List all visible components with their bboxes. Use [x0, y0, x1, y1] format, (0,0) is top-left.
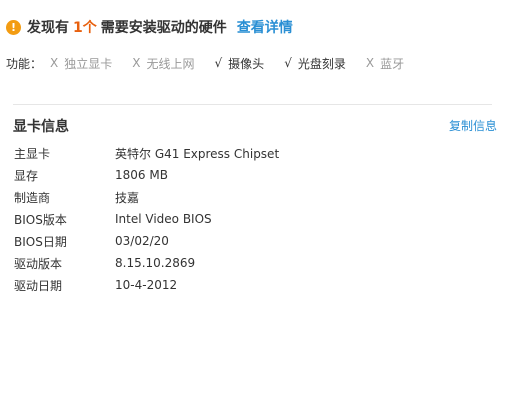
info-row-manufacturer: 制造商 技嘉	[14, 186, 279, 208]
feature-status-icon: √	[214, 56, 223, 70]
alert-bar: ! 发现有 1个 需要安装驱动的硬件 查看详情	[6, 15, 293, 39]
feature-status-icon: X	[365, 56, 375, 70]
feature-label: 独立显卡	[64, 56, 113, 71]
feature-status-icon: √	[284, 56, 292, 70]
info-value: 1806 MB	[115, 168, 168, 182]
info-row-video-memory: 显存 1806 MB	[14, 164, 279, 186]
feature-disc-burning: √ 光盘刻录	[284, 55, 346, 72]
feature-status-icon: X	[132, 56, 141, 70]
feature-status-icon: X	[50, 56, 59, 70]
feature-label: 光盘刻录	[297, 56, 346, 71]
feature-label: 摄像头	[228, 56, 265, 71]
info-key: 驱动版本	[14, 256, 63, 271]
section-title: 显卡信息	[13, 119, 69, 135]
warning-icon: !	[6, 19, 21, 35]
info-key: 显存	[14, 168, 39, 183]
info-value: 英特尔 G41 Express Chipset	[115, 146, 280, 161]
info-key: 驱动日期	[14, 278, 63, 293]
info-value: 技嘉	[115, 190, 140, 205]
alert-prefix: 发现有	[27, 20, 69, 36]
info-key: 主显卡	[14, 146, 51, 161]
copy-info-link[interactable]: 复制信息	[449, 117, 497, 134]
info-row-bios-date: BIOS日期 03/02/20	[14, 230, 279, 252]
info-row-bios-version: BIOS版本 Intel Video BIOS	[14, 208, 279, 230]
graphics-info-table: 主显卡 英特尔 G41 Express Chipset 显存 1806 MB 制…	[14, 142, 279, 296]
view-details-link[interactable]: 查看详情	[237, 17, 293, 37]
info-key: 制造商	[14, 190, 51, 205]
info-value: Intel Video BIOS	[115, 212, 212, 226]
info-row-driver-date: 驱动日期 10-4-2012	[14, 274, 279, 296]
alert-message: 需要安装驱动的硬件	[100, 20, 227, 36]
info-key: BIOS版本	[14, 212, 67, 227]
info-row-main-gpu: 主显卡 英特尔 G41 Express Chipset	[14, 142, 279, 164]
info-value: 10-4-2012	[115, 278, 178, 292]
feature-bluetooth: X 蓝牙	[366, 55, 404, 72]
features-bar: 功能： X 独立显卡 X 无线上网 √ 摄像头 √ 光盘刻录 X 蓝牙	[6, 53, 424, 73]
alert-count: 1个	[73, 20, 97, 36]
feature-camera: √ 摄像头	[215, 55, 265, 72]
info-row-driver-version: 驱动版本 8.15.10.2869	[14, 252, 279, 274]
info-key: BIOS日期	[14, 234, 67, 249]
info-value: 8.15.10.2869	[115, 256, 196, 270]
features-label: 功能：	[6, 56, 43, 71]
feature-wireless: X 无线上网	[132, 55, 194, 72]
feature-label: 无线上网	[146, 56, 195, 71]
info-value: 03/02/20	[115, 234, 169, 248]
feature-graphics-card: X 独立显卡	[50, 55, 112, 72]
divider	[13, 104, 492, 105]
feature-label: 蓝牙	[380, 56, 405, 71]
